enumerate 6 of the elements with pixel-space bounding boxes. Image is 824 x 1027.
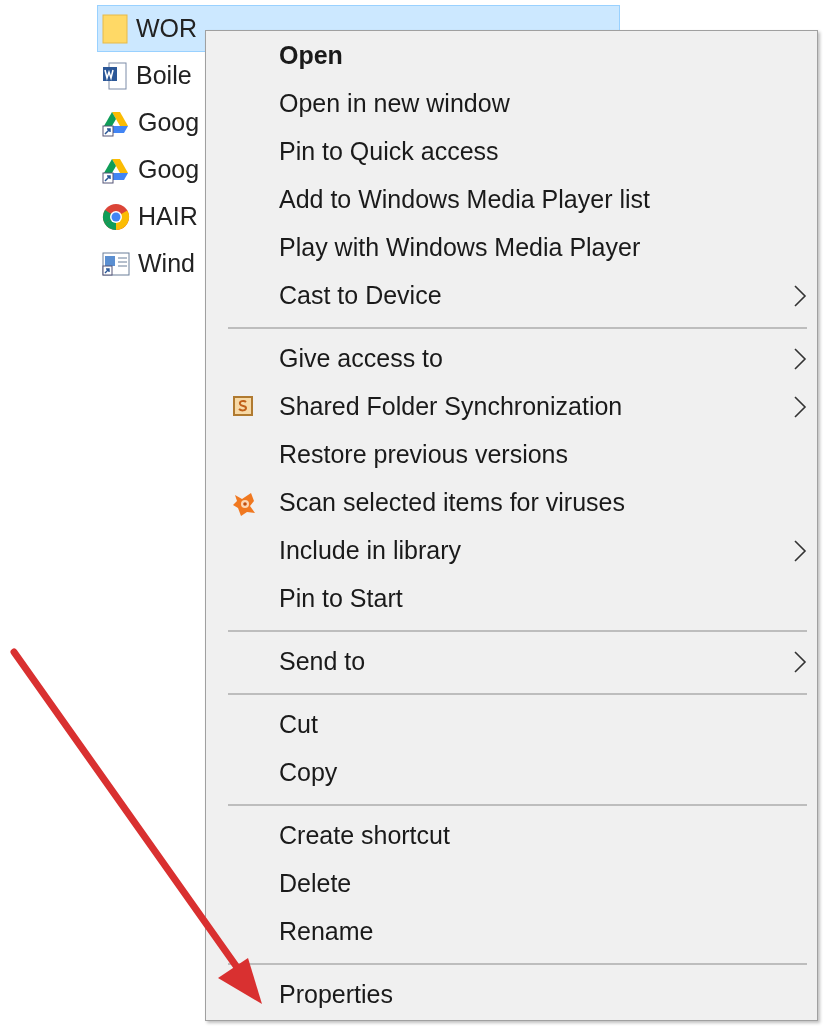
file-name: Goog [138,106,200,138]
file-name: HAIR [138,200,198,232]
file-name: Wind [138,247,195,279]
file-name: Boile [136,59,192,91]
file-name: WOR [136,12,198,44]
file-name: Goog [138,153,200,185]
